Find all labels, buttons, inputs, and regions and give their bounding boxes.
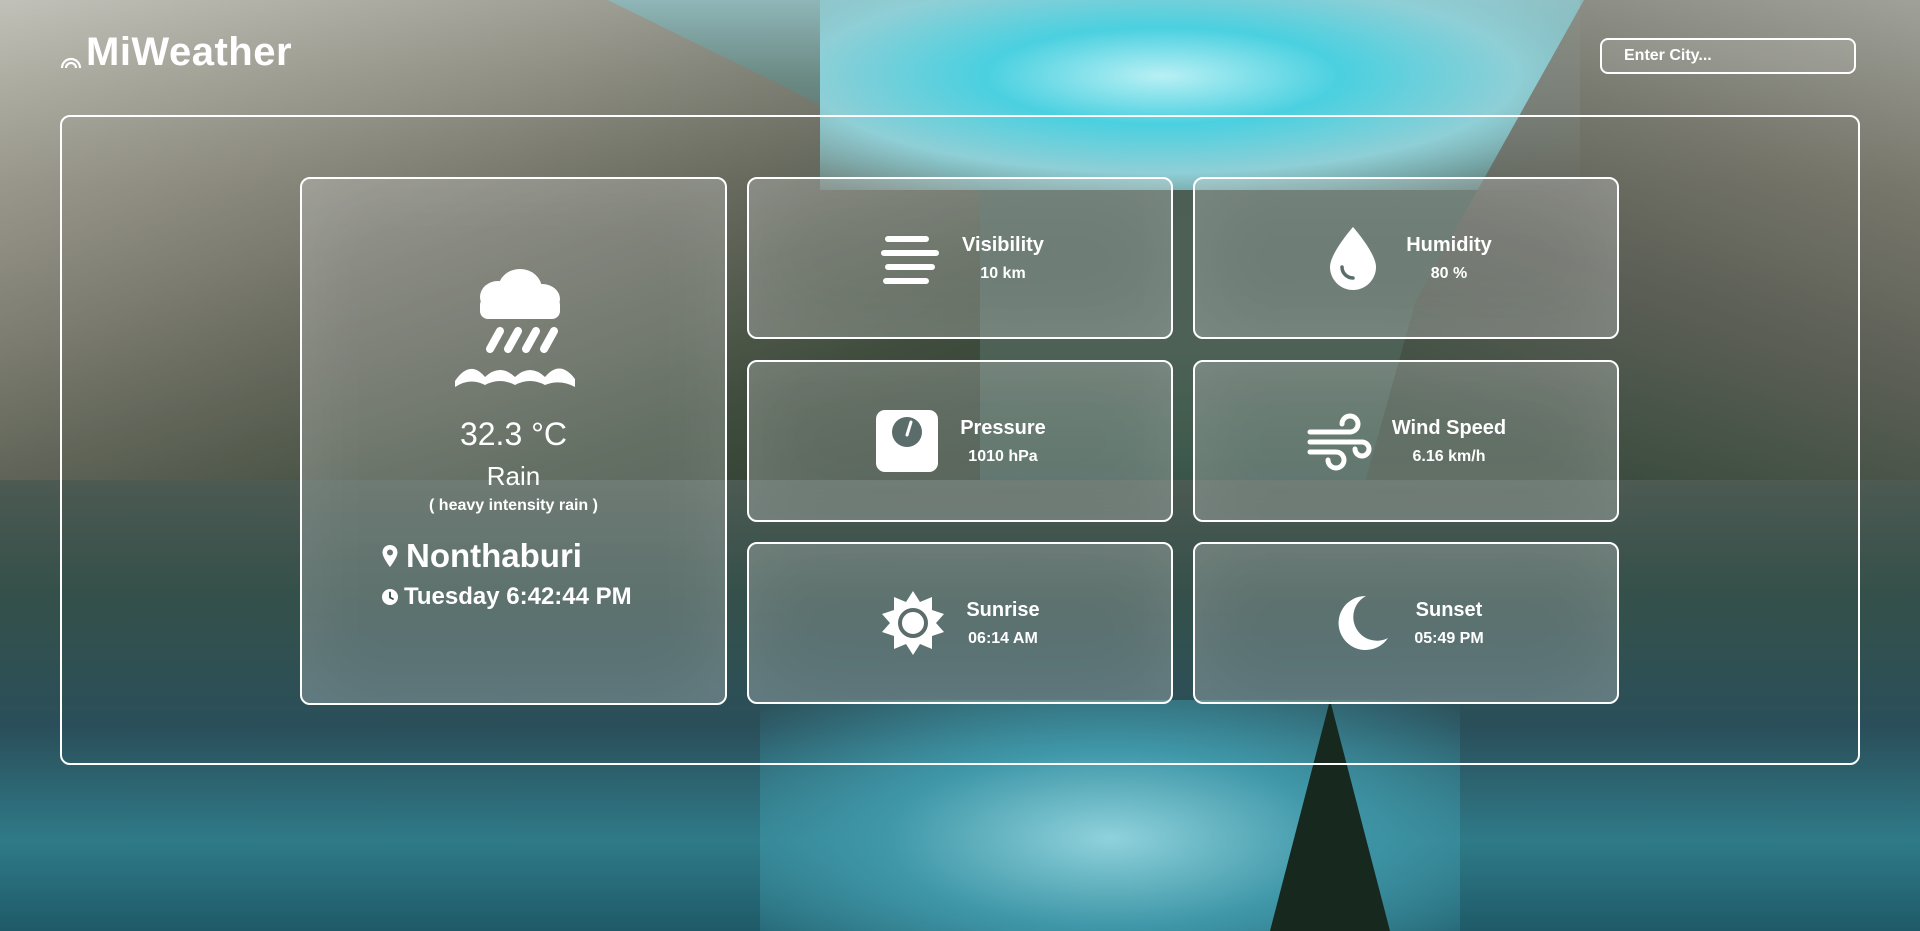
sunset-label: Sunset [1415, 598, 1483, 621]
weather-condition: Rain [486, 461, 541, 491]
wind-speed-card: Wind Speed 6.16 km/h [1193, 360, 1619, 522]
location-pin-icon [382, 545, 398, 567]
clock-icon [382, 589, 398, 605]
humidity-card: Humidity 80 % [1193, 177, 1619, 339]
rain-icon [455, 269, 575, 387]
rainbow-icon [60, 57, 82, 68]
temperature: 32.3 °C [459, 416, 568, 452]
sunset-value: 05:49 PM [1414, 629, 1484, 647]
sunset-card: Sunset 05:49 PM [1193, 542, 1619, 704]
app-logo[interactable]: MiWeather [60, 30, 292, 75]
moon-icon [1338, 595, 1389, 650]
sunrise-label: Sunrise [966, 598, 1040, 621]
sunrise-value: 06:14 AM [968, 629, 1038, 647]
wind-speed-label: Wind Speed [1391, 416, 1507, 439]
city-search-box[interactable] [1600, 38, 1856, 74]
sunrise-card: Sunrise 06:14 AM [747, 542, 1173, 704]
sun-icon [882, 591, 945, 655]
pressure-gauge-icon [876, 410, 939, 472]
current-weather-card: 32.3 °C Rain ( heavy intensity rain ) No… [300, 177, 727, 705]
weather-description: ( heavy intensity rain ) [429, 497, 598, 514]
location-row: Nonthaburi [382, 537, 582, 575]
city-search-input[interactable] [1622, 46, 1845, 66]
datetime-row: Tuesday 6:42:44 PM [382, 583, 632, 611]
app-title: MiWeather [86, 30, 293, 74]
pressure-value: 1010 hPa [968, 447, 1038, 465]
humidity-label: Humidity [1406, 233, 1492, 256]
pressure-card: Pressure 1010 hPa [747, 360, 1173, 522]
humidity-value: 80 % [1430, 264, 1468, 282]
wind-icon [1307, 413, 1372, 471]
visibility-lines-icon [881, 236, 940, 284]
pressure-label: Pressure [960, 416, 1046, 439]
wind-speed-value: 6.16 km/h [1412, 447, 1486, 465]
visibility-label: Visibility [962, 233, 1044, 256]
visibility-card: Visibility 10 km [747, 177, 1173, 339]
droplet-icon [1330, 227, 1377, 290]
local-datetime: Tuesday 6:42:44 PM [404, 583, 632, 610]
location-name: Nonthaburi [406, 537, 582, 574]
visibility-value: 10 km [980, 264, 1026, 282]
